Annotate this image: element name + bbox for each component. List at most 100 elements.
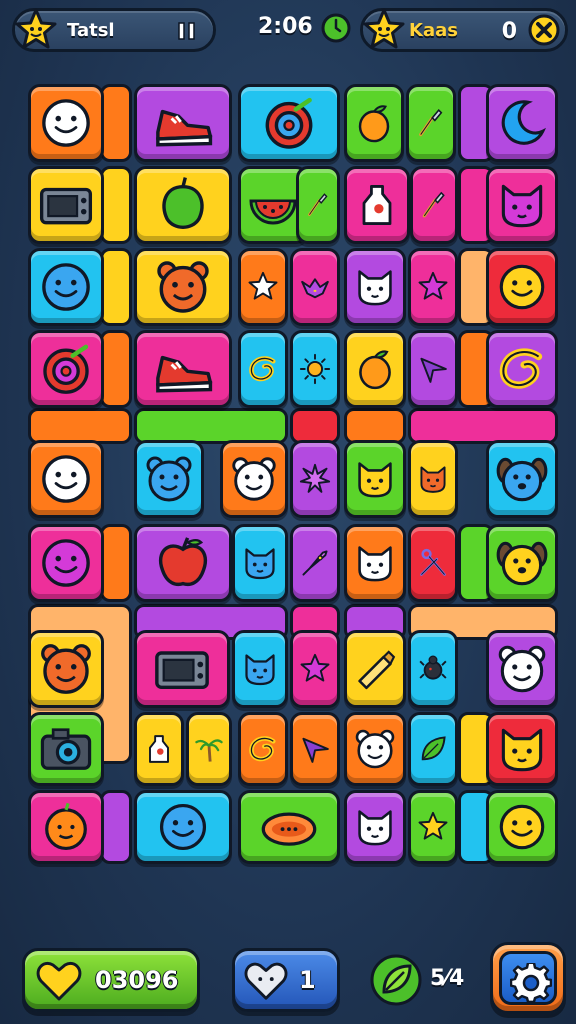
arrow-icon [302, 737, 329, 763]
smiley-face-icon [499, 264, 545, 310]
tile-target-apple[interactable] [28, 330, 104, 408]
tile-cat-face[interactable] [344, 440, 406, 518]
tile-bear-face[interactable] [28, 630, 104, 708]
tile-paintbrush[interactable] [410, 166, 458, 244]
tile-swirl[interactable] [486, 330, 558, 408]
rocket-icon [302, 550, 328, 576]
tile-smiley-face[interactable] [28, 84, 104, 162]
tile-cat-face[interactable] [408, 440, 458, 518]
heart-icon [36, 962, 82, 1001]
tile-star[interactable] [408, 248, 458, 326]
tile-paintbrush[interactable] [296, 166, 340, 244]
tile-radio[interactable] [134, 630, 230, 708]
tile-cat-face[interactable] [232, 630, 288, 708]
score-value: 03096 [95, 966, 179, 994]
tile-smiley-face[interactable] [486, 248, 558, 326]
cat-face-icon [245, 548, 275, 580]
tile-milk-bottle[interactable] [344, 166, 410, 244]
tile-swirl[interactable] [238, 330, 288, 408]
tile-bear-face[interactable] [344, 712, 406, 786]
tile-board [0, 0, 576, 1024]
score-button[interactable]: 03096 [22, 948, 200, 1012]
tile-papaya[interactable] [238, 790, 340, 864]
cat-face-icon [358, 546, 392, 582]
leaf-count: 5⁄4 [430, 966, 465, 991]
tile-milk-bottle[interactable] [134, 712, 184, 786]
tile-cat-face[interactable] [344, 790, 406, 864]
tile-green-pepper[interactable] [134, 166, 232, 244]
arrow-icon [420, 357, 447, 383]
tile-cat-face[interactable] [232, 524, 288, 602]
tile-moon[interactable] [486, 84, 558, 162]
tile-smiley-face[interactable] [28, 440, 104, 518]
tile-smiley-face[interactable] [28, 248, 104, 326]
tile-camera[interactable] [28, 712, 104, 786]
settings-button[interactable] [490, 942, 566, 1014]
star-icon [248, 271, 278, 300]
tile-arrow[interactable] [290, 712, 340, 786]
mango-icon [359, 350, 391, 390]
star-icon [418, 811, 448, 840]
tile-mango[interactable] [344, 330, 406, 408]
tile-cat-face[interactable] [344, 524, 406, 602]
tile-leaf[interactable] [408, 712, 458, 786]
tile-smiley-face[interactable] [28, 524, 104, 602]
tile-orange-fruit[interactable] [28, 790, 104, 864]
tile-star[interactable] [290, 630, 340, 708]
tile-target-apple[interactable] [238, 84, 340, 162]
tile-crayon[interactable] [344, 630, 406, 708]
smiley-face-icon [159, 803, 207, 851]
tile-radio[interactable] [28, 166, 104, 244]
tile-mango[interactable] [344, 84, 404, 162]
swirl-icon [249, 736, 276, 762]
target-apple-icon [265, 97, 313, 149]
tile-bear-face[interactable] [134, 440, 204, 518]
bug-icon [419, 655, 447, 680]
cat-face-icon [420, 466, 446, 493]
tile-smiley-face[interactable] [486, 790, 558, 864]
cat-face-icon [501, 728, 543, 772]
tile-bug[interactable] [408, 630, 458, 708]
tile-palm-tree[interactable] [186, 712, 232, 786]
swirl-icon [249, 356, 276, 382]
tile-dog-face[interactable] [486, 440, 558, 518]
tile-bear-face[interactable] [486, 630, 558, 708]
tile-bear-face[interactable] [134, 248, 232, 326]
smiley-face-icon [499, 804, 545, 850]
tile-smiley-face[interactable] [134, 790, 232, 864]
tile-scissors[interactable] [408, 524, 458, 602]
tile-star[interactable] [408, 790, 458, 864]
tile-cat-face[interactable] [486, 166, 558, 244]
tile-cat-face[interactable] [486, 712, 558, 786]
paintbrush-icon [419, 108, 443, 137]
tile-splat[interactable] [290, 440, 340, 518]
dog-face-icon [496, 457, 548, 502]
cat-face-icon [501, 184, 543, 228]
bird-icon [301, 278, 329, 299]
tile-sun[interactable] [290, 330, 340, 408]
tile-dog-face[interactable] [486, 524, 558, 602]
splat-icon [299, 463, 331, 493]
tile-sneaker[interactable] [134, 330, 232, 408]
radio-icon [39, 187, 93, 225]
tile-cat-face[interactable] [344, 248, 406, 326]
smiley-face-icon [42, 263, 90, 311]
cat-face-icon [358, 270, 392, 306]
tile-apple[interactable] [134, 524, 232, 602]
tile-arrow[interactable] [408, 330, 458, 408]
tile-sneaker[interactable] [134, 84, 232, 162]
tile-bird[interactable] [290, 248, 340, 326]
tile-star[interactable] [238, 248, 288, 326]
tile-swirl[interactable] [238, 712, 288, 786]
tile-backing [100, 166, 132, 244]
tile-paintbrush[interactable] [406, 84, 456, 162]
leaf-icon[interactable] [368, 952, 424, 1008]
lives-value: 1 [299, 966, 316, 994]
tile-rocket[interactable] [290, 524, 340, 602]
moon-icon [501, 100, 547, 145]
lives-button[interactable]: 1 [232, 948, 340, 1012]
paintbrush-icon [308, 193, 328, 216]
tile-bear-face[interactable] [220, 440, 288, 518]
settings-inner [499, 951, 557, 1005]
camera-icon [40, 728, 92, 770]
